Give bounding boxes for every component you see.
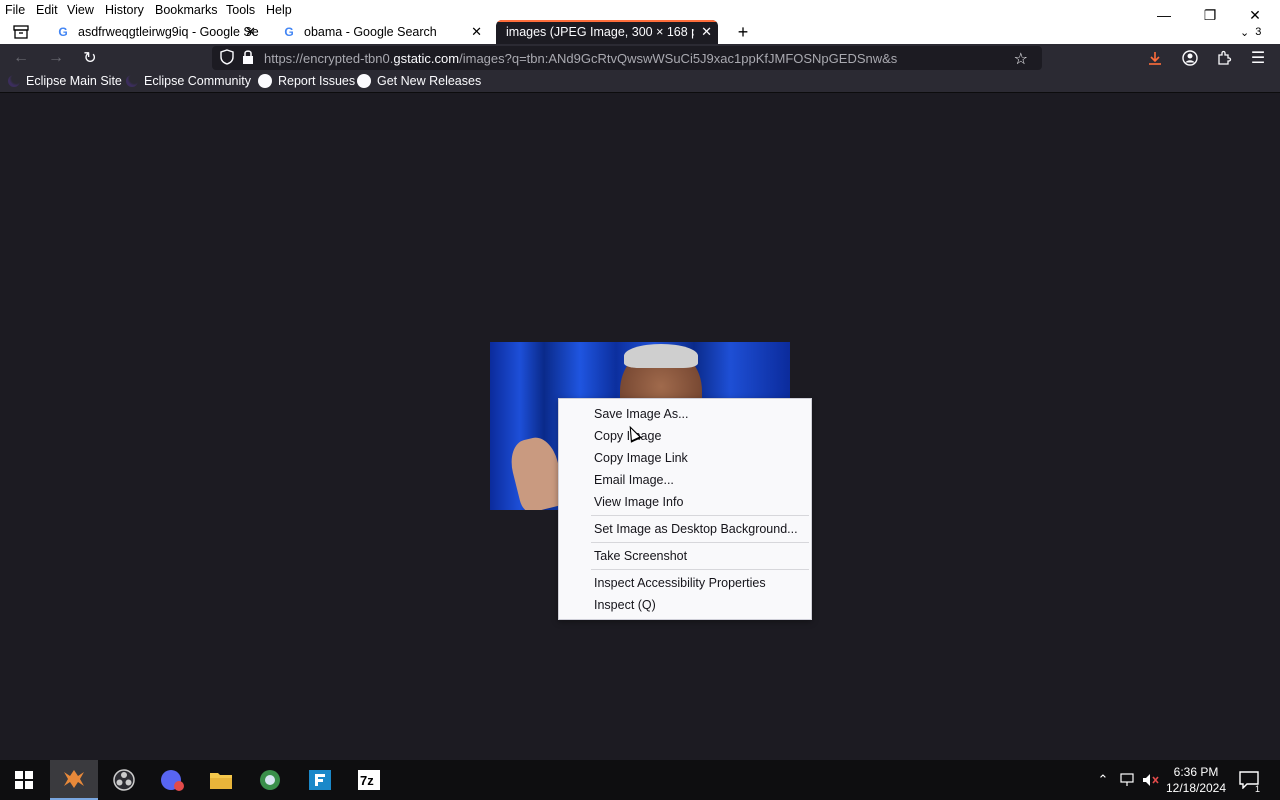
menu-item-set-desktop-background[interactable]: Set Image as Desktop Background... (594, 522, 798, 536)
menu-bookmarks[interactable]: Bookmarks (155, 3, 218, 17)
tab-google-search-2[interactable]: G obama - Google Search ✕ (282, 20, 488, 44)
menu-edit[interactable]: Edit (36, 3, 58, 17)
image-figure-hair (624, 344, 698, 368)
bookmark-star-icon[interactable]: ☆ (1014, 49, 1028, 69)
shield-icon[interactable] (220, 49, 234, 68)
tab-google-search-1[interactable]: G asdfrweqgtleirwg9iq - Google Se ✕ (56, 20, 262, 44)
notification-count: 1 (1254, 784, 1260, 794)
bookmark-label: Eclipse Community (144, 74, 251, 88)
navigation-bar: ← → ↻ https://encrypted-tbn0.gstatic.com… (0, 44, 1280, 72)
bookmark-eclipse-community[interactable]: Eclipse Community (126, 74, 251, 88)
url-bar[interactable]: https://encrypted-tbn0.gstatic.com/image… (212, 46, 1042, 70)
bookmark-eclipse-main-site[interactable]: Eclipse Main Site (8, 74, 122, 88)
new-tab-button[interactable]: + (733, 20, 753, 44)
hamburger-menu-icon[interactable]: ☰ (1247, 48, 1269, 68)
github-icon (258, 74, 272, 88)
7zip-icon[interactable]: 7z (345, 760, 393, 800)
account-icon[interactable] (1179, 48, 1201, 68)
menu-view[interactable]: View (67, 3, 94, 17)
tab-title: asdfrweqgtleirwg9iq - Google Se (78, 25, 259, 39)
google-icon: G (284, 25, 294, 39)
bookmark-label: Eclipse Main Site (26, 74, 122, 88)
url-prefix: https://encrypted-tbn0. (264, 51, 394, 66)
tab-count: 3 (1255, 26, 1262, 38)
bookmark-report-issues[interactable]: Report Issues (258, 74, 355, 88)
bookmarks-toolbar: Eclipse Main Site Eclipse Community Repo… (0, 72, 1280, 93)
menu-help[interactable]: Help (266, 3, 292, 17)
menu-item-inspect[interactable]: Inspect (Q) (594, 598, 656, 612)
menu-item-inspect-accessibility[interactable]: Inspect Accessibility Properties (594, 576, 766, 590)
network-icon[interactable] (1116, 760, 1138, 800)
menu-item-view-image-info[interactable]: View Image Info (594, 495, 683, 509)
windows-taskbar: 7z ⌃ 6:36 PM 12/18/2024 1 (0, 760, 1280, 800)
back-button[interactable]: ← (10, 48, 32, 68)
clock-date: 12/18/2024 (1165, 781, 1227, 795)
show-hidden-icons-chevron-icon[interactable]: ⌃ (1092, 760, 1114, 800)
menu-separator (591, 515, 809, 516)
forward-button[interactable]: → (45, 48, 67, 68)
tab-title: obama - Google Search (304, 25, 437, 39)
url-path: /images?q=tbn:ANd9GcRtvQwswWSuCi5J9xac1p… (459, 51, 898, 66)
url-host: gstatic.com (393, 51, 460, 66)
volume-muted-icon[interactable] (1140, 760, 1162, 800)
url-text[interactable]: https://encrypted-tbn0.gstatic.com/image… (264, 51, 897, 66)
menu-item-copy-image-link[interactable]: Copy Image Link (594, 451, 688, 465)
clock-time: 6:36 PM (1173, 765, 1219, 779)
file-explorer-icon[interactable] (197, 760, 245, 800)
downloads-icon[interactable] (1144, 48, 1166, 68)
menu-bar: File Edit View History Bookmarks Tools H… (0, 0, 1280, 20)
app-f-icon[interactable] (296, 760, 344, 800)
close-tab-icon[interactable]: ✕ (701, 24, 712, 40)
tab-strip: G asdfrweqgtleirwg9iq - Google Se ✕ G ob… (0, 20, 1280, 44)
google-icon: G (58, 25, 68, 39)
chat-app-icon[interactable] (148, 760, 196, 800)
eclipse-icon (126, 75, 138, 87)
menu-separator (591, 542, 809, 543)
chevron-down-icon: ⌄ (1240, 26, 1250, 39)
svg-text:7z: 7z (360, 773, 374, 788)
browser-globe-icon[interactable] (246, 760, 294, 800)
windows-start-icon[interactable] (0, 760, 48, 800)
menu-item-take-screenshot[interactable]: Take Screenshot (594, 549, 687, 563)
bookmark-label: Get New Releases (377, 74, 482, 88)
reload-button[interactable]: ↻ (79, 48, 101, 68)
tab-manager-icon[interactable] (10, 20, 32, 44)
context-menu: Save Image As... Copy Image Copy Image L… (558, 398, 812, 620)
bookmark-get-new-releases[interactable]: Get New Releases (357, 74, 481, 88)
firefox-taskbar-icon[interactable] (50, 760, 98, 800)
taskbar-clock[interactable]: 6:36 PM 12/18/2024 (1162, 764, 1230, 796)
lock-icon[interactable] (242, 49, 254, 68)
menu-item-email-image[interactable]: Email Image... (594, 473, 674, 487)
obs-icon[interactable] (100, 760, 148, 800)
list-all-tabs-button[interactable]: ⌄ 3 (1240, 20, 1274, 44)
tab-image-active[interactable]: images (JPEG Image, 300 × 168 pixels) ✕ (496, 20, 718, 44)
extensions-icon[interactable] (1213, 48, 1235, 68)
menu-history[interactable]: History (105, 3, 144, 17)
notifications-icon[interactable]: 1 (1236, 760, 1262, 800)
menu-item-save-image-as[interactable]: Save Image As... (594, 407, 689, 421)
close-tab-icon[interactable]: ✕ (471, 24, 482, 40)
bookmark-label: Report Issues (278, 74, 356, 88)
eclipse-icon (8, 75, 20, 87)
menu-separator (591, 569, 809, 570)
menu-file[interactable]: File (5, 3, 25, 17)
menu-tools[interactable]: Tools (226, 3, 255, 17)
close-tab-icon[interactable]: ✕ (245, 24, 256, 40)
tab-title: images (JPEG Image, 300 × 168 pixels) (506, 25, 694, 39)
github-icon (357, 74, 371, 88)
